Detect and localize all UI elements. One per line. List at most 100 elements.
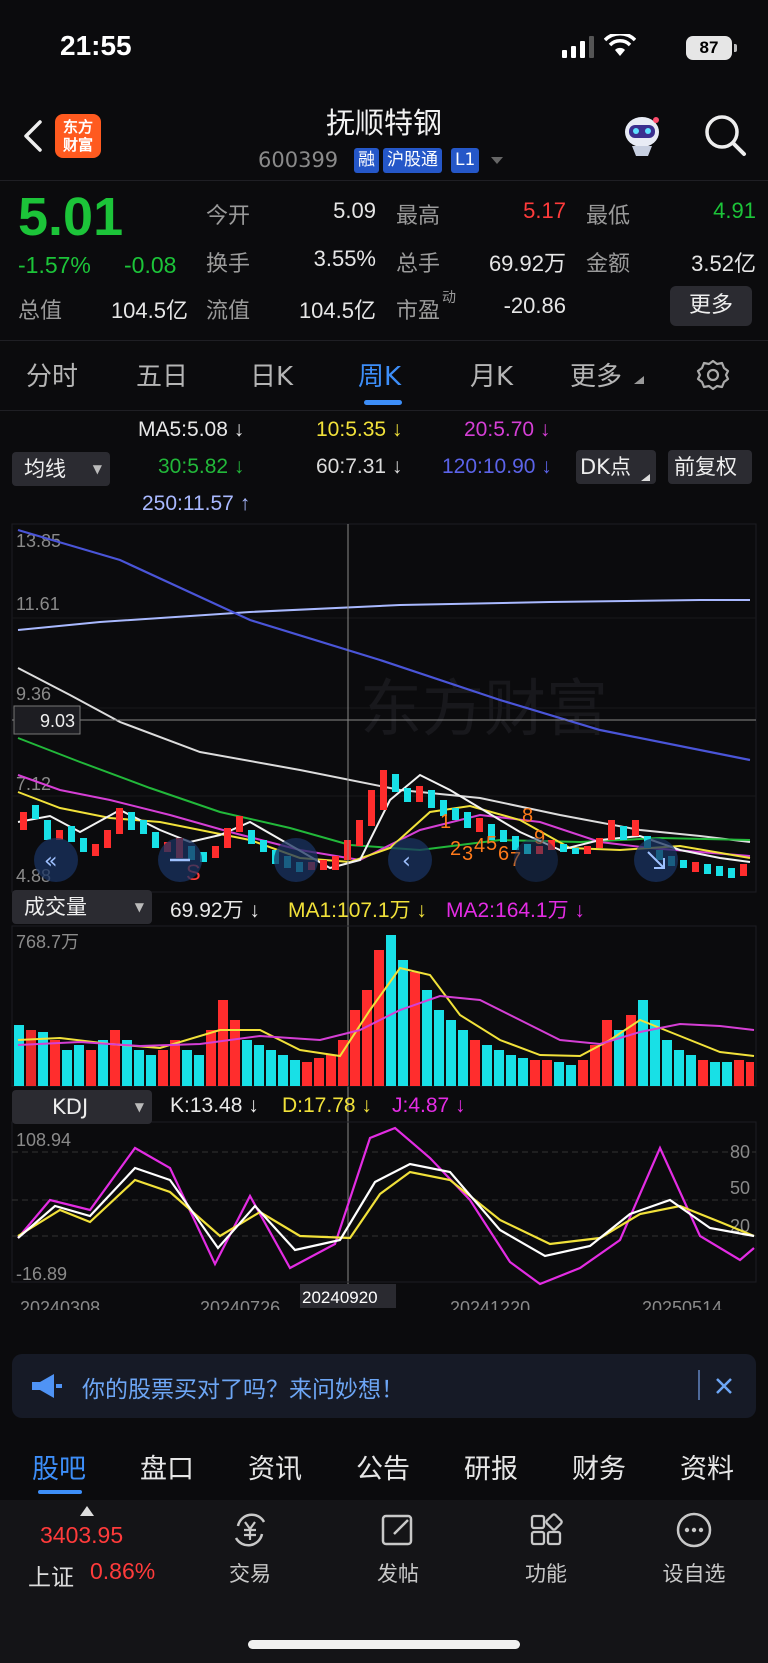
volume-value: 69.92万 ↓ xyxy=(170,899,260,922)
scroll-right-button[interactable] xyxy=(514,838,558,882)
ma250-line xyxy=(17,599,750,631)
tab-monthly-k[interactable]: 月K xyxy=(470,356,513,393)
stock-code: 600399 xyxy=(258,148,339,172)
tab-announcements[interactable]: 公告 xyxy=(356,1447,410,1486)
crosshair-date: 20240920 xyxy=(302,1288,378,1307)
price-axis-label: 11.61 xyxy=(16,594,60,614)
logo-text-bottom: 财富 xyxy=(62,136,93,154)
quote-label: 总手 xyxy=(396,252,441,277)
settings-gear-icon[interactable] xyxy=(696,358,730,392)
tab-weekly-k[interactable]: 周K xyxy=(358,356,401,393)
quote-label: 换手 xyxy=(206,252,251,277)
stock-name: 抚顺特钢 xyxy=(325,106,442,140)
quote-value: 104.5亿 xyxy=(110,298,188,323)
trade-yuan-icon[interactable] xyxy=(230,1510,270,1550)
marker-3: 3 xyxy=(462,843,473,865)
date-label: 20240726 xyxy=(200,1298,280,1310)
date-label: 20241220 xyxy=(450,1298,530,1310)
tab-five-day[interactable]: 五日 xyxy=(136,356,188,393)
tag-connect[interactable]: 沪股通 xyxy=(383,148,442,173)
section-tab-indicator xyxy=(38,1490,82,1494)
quote-label: 流值 xyxy=(206,299,251,324)
marker-6: 6 xyxy=(498,843,509,865)
add-watchlist-label[interactable]: 设自选 xyxy=(639,1558,749,1588)
compose-icon[interactable] xyxy=(378,1510,418,1550)
post-button-label[interactable]: 发帖 xyxy=(343,1558,453,1588)
ma5-value: MA5:5.08 ↓ xyxy=(138,418,245,441)
quote-value: 3.52亿 xyxy=(691,251,756,276)
quote-value: 5.09 xyxy=(333,198,376,223)
quote-value: 104.5亿 xyxy=(298,298,376,323)
watermark: 东方财富 xyxy=(360,672,608,745)
marker-1: 1 xyxy=(440,811,451,833)
battery-indicator: 87 xyxy=(686,36,737,60)
logo-text-top: 东方 xyxy=(62,118,93,136)
quote-value: 69.92万 xyxy=(488,251,566,276)
tab-research[interactable]: 研报 xyxy=(464,1447,518,1486)
chevron-down-icon[interactable] xyxy=(490,156,504,166)
more-quote-button[interactable]: 更多 xyxy=(670,286,752,326)
kdj-panel-frame xyxy=(11,1121,757,1283)
kdj-k-value: K:13.48 ↓ xyxy=(170,1094,259,1117)
quote-label: 最高 xyxy=(396,204,441,229)
app-logo[interactable]: 东方 财富 xyxy=(55,114,101,158)
ma10-value: 10:5.35 ↓ xyxy=(316,418,403,441)
marker-2: 2 xyxy=(450,838,461,860)
marker-5: 5 xyxy=(486,833,497,855)
promo-text[interactable]: 你的股票买对了吗？来问妙想！ xyxy=(82,1370,404,1404)
indicator-selector-label: 均线 xyxy=(24,457,66,481)
wifi-icon xyxy=(604,34,636,56)
index-value[interactable]: 3403.95 xyxy=(40,1522,123,1549)
more-dots-icon[interactable] xyxy=(674,1510,714,1550)
kdj-selector[interactable]: KDJ ▼ xyxy=(12,1090,152,1124)
change-percent: -1.57% xyxy=(18,252,91,278)
ma30-value: 30:5.82 ↓ xyxy=(158,455,245,478)
tab-more[interactable]: 更多 xyxy=(570,356,622,393)
kdj-k-line xyxy=(17,1162,755,1258)
header-divider xyxy=(0,180,768,181)
grid-apps-icon[interactable] xyxy=(526,1510,566,1550)
trade-button-label[interactable]: 交易 xyxy=(195,1558,305,1588)
close-icon[interactable] xyxy=(714,1376,734,1396)
quote-label: 总值 xyxy=(18,299,63,324)
kdj-d-line xyxy=(17,1170,755,1246)
quote-label: 金额 xyxy=(586,252,631,277)
quote-value: 4.91 xyxy=(713,198,756,223)
quote-label: 市盈 xyxy=(396,299,441,324)
tab-order-book[interactable]: 盘口 xyxy=(140,1447,194,1486)
ma20-value: 20:5.70 ↓ xyxy=(464,418,551,441)
volume-selector-label: 成交量 xyxy=(24,895,87,919)
volume-selector[interactable]: 成交量 ▼ xyxy=(12,890,152,924)
quote-value: 3.55% xyxy=(313,246,376,271)
megaphone-icon xyxy=(32,1374,62,1398)
functions-button-label[interactable]: 功能 xyxy=(491,1558,601,1588)
index-name[interactable]: 上证 xyxy=(28,1558,74,1592)
back-button[interactable] xyxy=(18,112,48,160)
tab-profile[interactable]: 资料 xyxy=(680,1447,734,1486)
tag-margin[interactable]: 融 xyxy=(354,148,379,173)
tab-daily-k[interactable]: 日K xyxy=(250,356,293,393)
kdj-axis-top: 108.94 xyxy=(16,1130,71,1150)
tab-news[interactable]: 资讯 xyxy=(248,1447,302,1486)
tab-financials[interactable]: 财务 xyxy=(572,1447,626,1486)
kdj-level-label: 50 xyxy=(730,1178,750,1198)
ma60-value: 60:7.31 ↓ xyxy=(316,455,403,478)
volume-bars xyxy=(14,935,754,1086)
adjust-mode-button[interactable]: 前复权 xyxy=(668,450,752,484)
index-change[interactable]: 0.86% xyxy=(90,1558,155,1585)
robot-assistant-icon[interactable] xyxy=(618,110,666,158)
search-icon[interactable] xyxy=(700,110,750,160)
indicator-selector-ma[interactable]: 均线 ▼ xyxy=(12,452,110,486)
tab-forum[interactable]: 股吧 xyxy=(32,1447,86,1486)
kdj-selector-label: KDJ xyxy=(52,1095,89,1119)
tag-level[interactable]: L1 xyxy=(451,148,480,173)
tab-intraday[interactable]: 分时 xyxy=(26,356,78,393)
current-price: 5.01 xyxy=(18,187,124,247)
zoom-in-button[interactable] xyxy=(274,838,318,882)
left-arrow-icon: ‹ xyxy=(402,849,411,874)
volume-ma2: MA2:164.1万 ↓ xyxy=(446,899,585,922)
price-axis-label: 9.36 xyxy=(16,684,51,704)
quote-value: 5.17 xyxy=(523,198,566,223)
date-label: 20250514 xyxy=(642,1298,722,1310)
banner-divider xyxy=(698,1370,700,1400)
